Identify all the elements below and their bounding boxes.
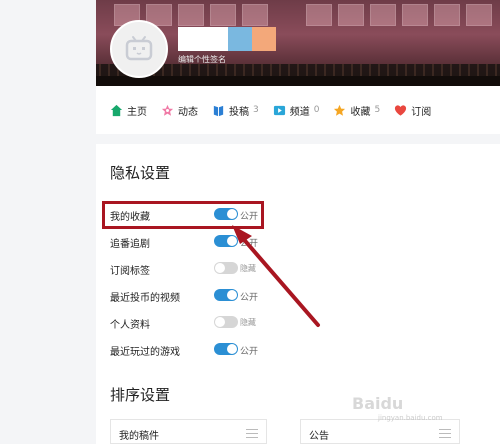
toggle-knob: [227, 344, 237, 354]
bangumi-toggle[interactable]: [214, 235, 238, 247]
tab-upload[interactable]: 投稿 3: [212, 103, 259, 118]
banner-decoration: [306, 4, 332, 26]
privacy-row-tags: 订阅标签 隐藏: [110, 260, 280, 277]
username-redacted: [178, 27, 276, 51]
privacy-row-coins: 最近投币的视频 公开: [110, 287, 280, 304]
sort-box-label: 公告: [309, 431, 329, 442]
toggle-status: 公开: [240, 239, 259, 249]
toggle-status: 隐藏: [240, 318, 256, 327]
tab-label: 频道: [289, 106, 310, 118]
tab-count: 3: [253, 105, 259, 115]
baidu-watermark: Baidu: [352, 394, 404, 413]
banner-decoration: [466, 4, 492, 26]
banner-decoration: [370, 4, 396, 26]
tab-label: 收藏: [350, 106, 371, 118]
banner-decoration: [338, 4, 364, 26]
toggle-status: 公开: [240, 347, 259, 357]
toggle-status: 公开: [240, 293, 259, 303]
privacy-row-bangumi: 追番追剧 公开: [110, 233, 280, 250]
tags-toggle[interactable]: [214, 262, 238, 274]
subscribe-icon: [395, 104, 407, 116]
banner-ground: [96, 76, 500, 86]
baidu-watermark-url: jingyan.baidu.com: [378, 414, 443, 422]
tab-dynamic[interactable]: 动态: [161, 103, 198, 118]
sort-box-videos[interactable]: 我的稿件: [110, 419, 267, 444]
banner-decoration: [210, 4, 236, 26]
toggle-knob: [227, 236, 237, 246]
tab-label: 投稿: [229, 106, 249, 118]
tab-count: 5: [374, 105, 381, 115]
privacy-row-label: 最近玩过的游戏: [110, 347, 180, 358]
privacy-row-label: 最近投币的视频: [110, 293, 180, 304]
drag-handle-icon[interactable]: [439, 429, 451, 441]
name-block: [228, 27, 252, 51]
privacy-row-label: 订阅标签: [110, 266, 150, 277]
tab-label: 主页: [127, 106, 147, 118]
privacy-section-title: 隐私设置: [110, 164, 171, 182]
home-icon: [110, 104, 123, 116]
favorite-icon: [334, 104, 346, 116]
coins-toggle[interactable]: [214, 289, 238, 301]
upload-icon: [213, 105, 224, 116]
toggle-knob: [215, 317, 225, 327]
sort-section-title: 排序设置: [110, 386, 171, 404]
channel-icon: [273, 105, 285, 115]
name-block: [178, 27, 228, 51]
tab-favorite[interactable]: 收藏 5: [333, 103, 380, 118]
toggle-knob: [227, 290, 237, 300]
privacy-row-label: 个人资料: [110, 320, 150, 331]
tab-count: 0: [313, 105, 320, 115]
banner-decoration: [178, 4, 204, 26]
dynamic-icon: [161, 104, 174, 116]
drag-handle-icon[interactable]: [246, 429, 258, 441]
tv-mascot-icon: [125, 36, 153, 61]
privacy-row-profile: 个人资料 隐藏: [110, 314, 280, 331]
profile-navbar: 主页 动态 投稿 3 频道 0 收藏 5 订阅: [96, 86, 500, 134]
banner-decoration: [242, 4, 268, 26]
privacy-row-label: 追番追剧: [110, 239, 150, 250]
annotation-highlight-box: [102, 201, 264, 229]
tab-home[interactable]: 主页: [110, 103, 147, 118]
sort-box-notice[interactable]: 公告: [300, 419, 460, 444]
toggle-status: 隐藏: [240, 264, 256, 273]
games-toggle[interactable]: [214, 343, 238, 355]
profile-toggle[interactable]: [214, 316, 238, 328]
banner-decoration: [402, 4, 428, 26]
name-block: [252, 27, 276, 51]
tab-label: 动态: [178, 106, 198, 118]
avatar[interactable]: [110, 20, 168, 78]
sort-box-label: 我的稿件: [119, 431, 159, 442]
banner-decoration: [434, 4, 460, 26]
privacy-row-games: 最近玩过的游戏 公开: [110, 341, 280, 358]
signature-text[interactable]: 编辑个性签名: [178, 54, 226, 65]
tab-channel[interactable]: 频道 0: [273, 103, 320, 118]
tab-subscribe[interactable]: 订阅: [394, 103, 431, 118]
toggle-knob: [215, 263, 225, 273]
tab-label: 订阅: [411, 106, 432, 118]
